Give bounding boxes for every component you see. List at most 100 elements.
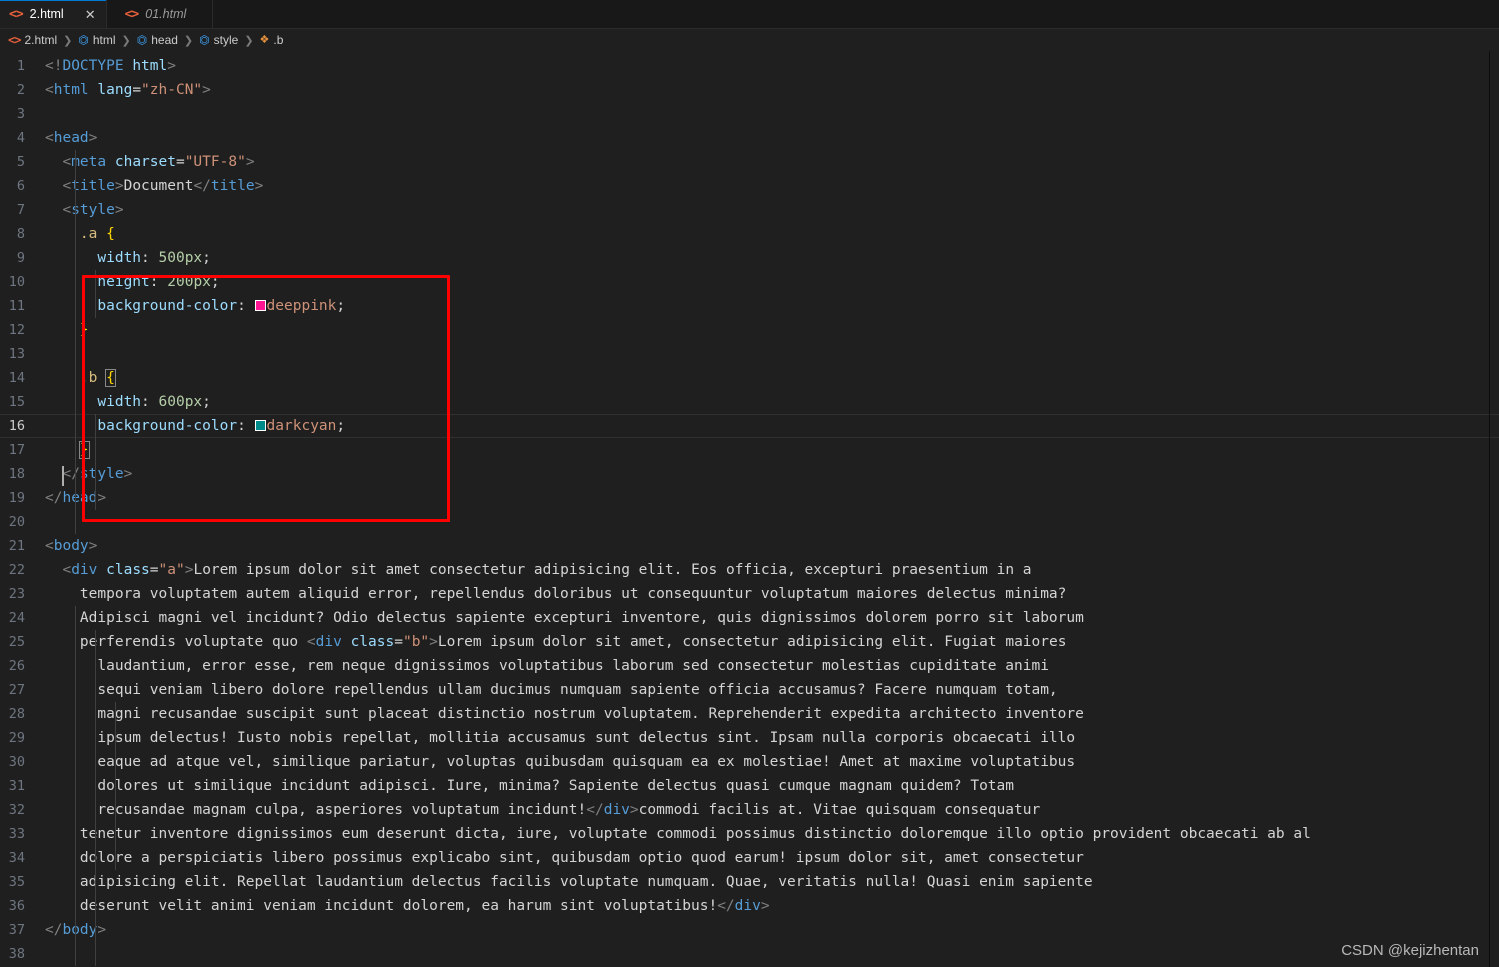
- code-token: magni recusandae suscipit sunt placeat d…: [45, 706, 1084, 722]
- tab-label: 01.html: [145, 7, 187, 21]
- code-line[interactable]: 3: [0, 102, 1499, 126]
- code-line[interactable]: 27 sequi veniam libero dolore repellendu…: [0, 678, 1499, 702]
- code-line[interactable]: 13: [0, 342, 1499, 366]
- code-line-text: background-color: darkcyan;: [45, 414, 1499, 438]
- code-token: html: [132, 58, 168, 74]
- line-number: 7: [16, 202, 25, 218]
- code-line[interactable]: 21 <body>: [0, 534, 1499, 558]
- code-line-text: laudantium, error esse, rem neque dignis…: [45, 654, 1499, 678]
- code-line[interactable]: 19 </head>: [0, 486, 1499, 510]
- code-line[interactable]: 36 deserunt velit animi veniam incidunt …: [0, 894, 1499, 918]
- code-lines-container[interactable]: 1 <!DOCTYPE html> 2 <html lang="zh-CN"> 3 4 <h…: [0, 51, 1499, 966]
- code-token: }: [79, 322, 89, 338]
- line-number: 22: [8, 562, 25, 578]
- code-token: >: [97, 490, 107, 506]
- code-token: Adipisci magni vel incidunt? Odio delect…: [45, 610, 1084, 626]
- line-number: 17: [8, 442, 25, 458]
- code-token: ;: [336, 298, 346, 314]
- code-token: eaque ad atque vel, similique pariatur, …: [45, 754, 1076, 770]
- code-line[interactable]: 7 <style>: [0, 198, 1499, 222]
- code-line-text: recusandae magnam culpa, asperiores volu…: [45, 798, 1499, 822]
- code-line-text: height: 200px;: [45, 270, 1499, 294]
- editor-right-divider: [1489, 51, 1490, 967]
- code-token: div: [603, 802, 630, 818]
- code-line[interactable]: 26 laudantium, error esse, rem neque dig…: [0, 654, 1499, 678]
- code-token: ;: [336, 418, 346, 434]
- code-line[interactable]: 28 magni recusandae suscipit sunt placea…: [0, 702, 1499, 726]
- code-token: "UTF-8": [184, 154, 246, 170]
- code-line[interactable]: 38: [0, 942, 1499, 966]
- code-editor[interactable]: 1 <!DOCTYPE html> 2 <html lang="zh-CN"> 3 4 <h…: [0, 51, 1499, 967]
- code-token: Lorem ipsum dolor sit amet, consectetur …: [437, 634, 1067, 650]
- code-line[interactable]: 18 </style>: [0, 462, 1499, 486]
- code-line[interactable]: 6 <title>Document</title>: [0, 174, 1499, 198]
- indent-guide: [115, 702, 116, 870]
- code-line[interactable]: 33 tenetur inventore dignissimos eum des…: [0, 822, 1499, 846]
- line-number: 32: [8, 802, 25, 818]
- code-token: ;: [202, 394, 211, 410]
- code-line[interactable]: 16 background-color: darkcyan;: [0, 414, 1499, 438]
- code-line[interactable]: 22 <div class="a">Lorem ipsum dolor sit …: [0, 558, 1499, 582]
- code-token: </: [45, 490, 63, 506]
- indent-guide: [95, 414, 96, 510]
- code-token: }: [78, 441, 90, 459]
- breadcrumb-item-css-selector[interactable]: ❖ .b: [260, 33, 284, 47]
- code-line[interactable]: 12 }: [0, 318, 1499, 342]
- code-token: Lorem ipsum dolor sit amet consectetur a…: [193, 562, 1032, 578]
- code-line[interactable]: 20: [0, 510, 1499, 534]
- line-number: 19: [8, 490, 25, 506]
- code-line-text: tempora voluptatem autem aliquid error, …: [45, 582, 1499, 606]
- html-file-icon: <>: [124, 6, 140, 22]
- code-token: deeppink: [266, 298, 337, 314]
- code-line[interactable]: 2 <html lang="zh-CN">: [0, 78, 1499, 102]
- code-line[interactable]: 15 width: 600px;: [0, 390, 1499, 414]
- breadcrumb-item-head[interactable]: ⏣ head: [137, 33, 178, 47]
- code-line[interactable]: 31 dolores ut similique incidunt adipisc…: [0, 774, 1499, 798]
- line-number: 37: [8, 922, 25, 938]
- code-line-text: <html lang="zh-CN">: [45, 78, 1499, 102]
- line-number: 9: [16, 250, 25, 266]
- code-line[interactable]: 14 .b {: [0, 366, 1499, 390]
- code-line[interactable]: 11 background-color: deeppink;: [0, 294, 1499, 318]
- breadcrumb-item-style[interactable]: ⏣ style: [199, 33, 238, 47]
- code-line[interactable]: 5 <meta charset="UTF-8">: [0, 150, 1499, 174]
- close-icon[interactable]: ✕: [85, 8, 96, 21]
- code-token: dolores ut similique incidunt adipisci. …: [45, 778, 1015, 794]
- code-line[interactable]: 17 }: [0, 438, 1499, 462]
- color-swatch-icon[interactable]: [254, 300, 266, 311]
- breadcrumb-item-html[interactable]: ⏣ html: [78, 33, 115, 47]
- line-number: 3: [16, 106, 25, 122]
- code-line-text: dolores ut similique incidunt adipisci. …: [45, 774, 1499, 798]
- color-swatch-icon[interactable]: [254, 420, 266, 431]
- code-line[interactable]: 9 width: 500px;: [0, 246, 1499, 270]
- code-line[interactable]: 34 dolore a perspiciatis libero possimus…: [0, 846, 1499, 870]
- code-token: :: [237, 298, 255, 314]
- breadcrumb-label: head: [151, 33, 178, 47]
- code-line[interactable]: 30 eaque ad atque vel, similique pariatu…: [0, 750, 1499, 774]
- code-line-text: eaque ad atque vel, similique pariatur, …: [45, 750, 1499, 774]
- tab-01-html[interactable]: <> 01.html: [106, 0, 214, 28]
- code-line[interactable]: 37 </body>: [0, 918, 1499, 942]
- code-line[interactable]: 35 adipisicing elit. Repellat laudantium…: [0, 870, 1499, 894]
- chevron-right-icon: ❯: [244, 34, 254, 47]
- code-token: =: [132, 82, 142, 98]
- chevron-right-icon: ❯: [63, 34, 73, 47]
- chevron-right-icon: ❯: [183, 34, 194, 47]
- breadcrumb-item-file[interactable]: <> 2.html: [8, 33, 57, 47]
- code-line[interactable]: 4 <head>: [0, 126, 1499, 150]
- code-line[interactable]: 32 recusandae magnam culpa, asperiores v…: [0, 798, 1499, 822]
- code-line[interactable]: 23 tempora voluptatem autem aliquid erro…: [0, 582, 1499, 606]
- code-line[interactable]: 10 height: 200px;: [0, 270, 1499, 294]
- code-line[interactable]: 8 .a {: [0, 222, 1499, 246]
- code-token: <: [45, 538, 54, 554]
- line-number: 29: [8, 730, 25, 746]
- code-line[interactable]: 25 perferendis voluptate quo <div class=…: [0, 630, 1499, 654]
- tab-2-html[interactable]: <> 2.html ✕: [0, 0, 107, 28]
- code-line[interactable]: 24 Adipisci magni vel incidunt? Odio del…: [0, 606, 1499, 630]
- css-selector-icon: ❖: [259, 33, 270, 46]
- code-token: </: [193, 178, 211, 194]
- code-line[interactable]: 1 <!DOCTYPE html>: [0, 54, 1499, 78]
- line-number: 16: [8, 418, 25, 434]
- code-line[interactable]: 29 ipsum delectus! Iusto nobis repellat,…: [0, 726, 1499, 750]
